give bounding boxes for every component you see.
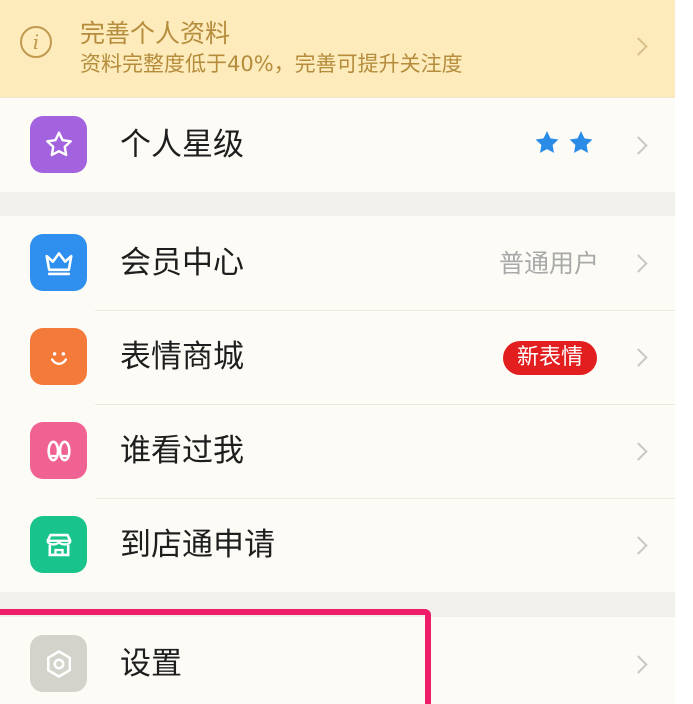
star-icon [30,116,87,173]
menu-item-member-center[interactable]: 会员中心 普通用户 [0,216,675,310]
menu-item-store-apply[interactable]: 到店通申请 [0,498,675,592]
menu-item-who-viewed-me[interactable]: 谁看过我 [0,404,675,498]
info-icon: i [20,26,52,58]
star-level-group: 个人星级 [0,98,675,192]
filled-star-icon [569,131,593,153]
smile-icon [30,328,87,385]
filled-star-icon [535,131,559,153]
chevron-right-icon [629,348,648,367]
sticker-store-label: 表情商城 [120,339,244,375]
store-apply-label: 到店通申请 [120,527,275,563]
complete-profile-banner[interactable]: i 完善个人资料 资料完整度低于40%，完善可提升关注度 [0,0,675,98]
banner-subtitle: 资料完整度低于40%，完善可提升关注度 [80,52,463,76]
profile-menu-screen: i 完善个人资料 资料完整度低于40%，完善可提升关注度 个人星级 会员中心 普… [0,0,675,704]
footprints-icon [30,422,87,479]
chevron-right-icon [629,536,648,555]
banner-title: 完善个人资料 [80,19,231,48]
main-menu-group: 会员中心 普通用户 表情商城 新表情 谁看过我 到店通申请 [0,216,675,592]
chevron-right-icon [629,254,648,273]
settings-label: 设置 [120,646,182,682]
menu-item-sticker-store[interactable]: 表情商城 新表情 [0,310,675,404]
membership-status: 普通用户 [498,249,599,278]
menu-item-settings[interactable]: 设置 [0,617,675,704]
menu-item-star-level[interactable]: 个人星级 [0,98,675,192]
star-level-label: 个人星级 [120,127,244,163]
crown-icon [30,234,87,291]
settings-group: 设置 [0,617,675,704]
chevron-right-icon [629,37,648,56]
chevron-right-icon [629,136,648,155]
member-center-label: 会员中心 [120,245,244,281]
star-rating [531,128,597,158]
chevron-right-icon [629,655,648,674]
gear-icon [30,635,87,692]
chevron-right-icon [629,442,648,461]
store-icon [30,516,87,573]
who-viewed-me-label: 谁看过我 [120,433,244,469]
new-stickers-badge: 新表情 [502,341,597,375]
